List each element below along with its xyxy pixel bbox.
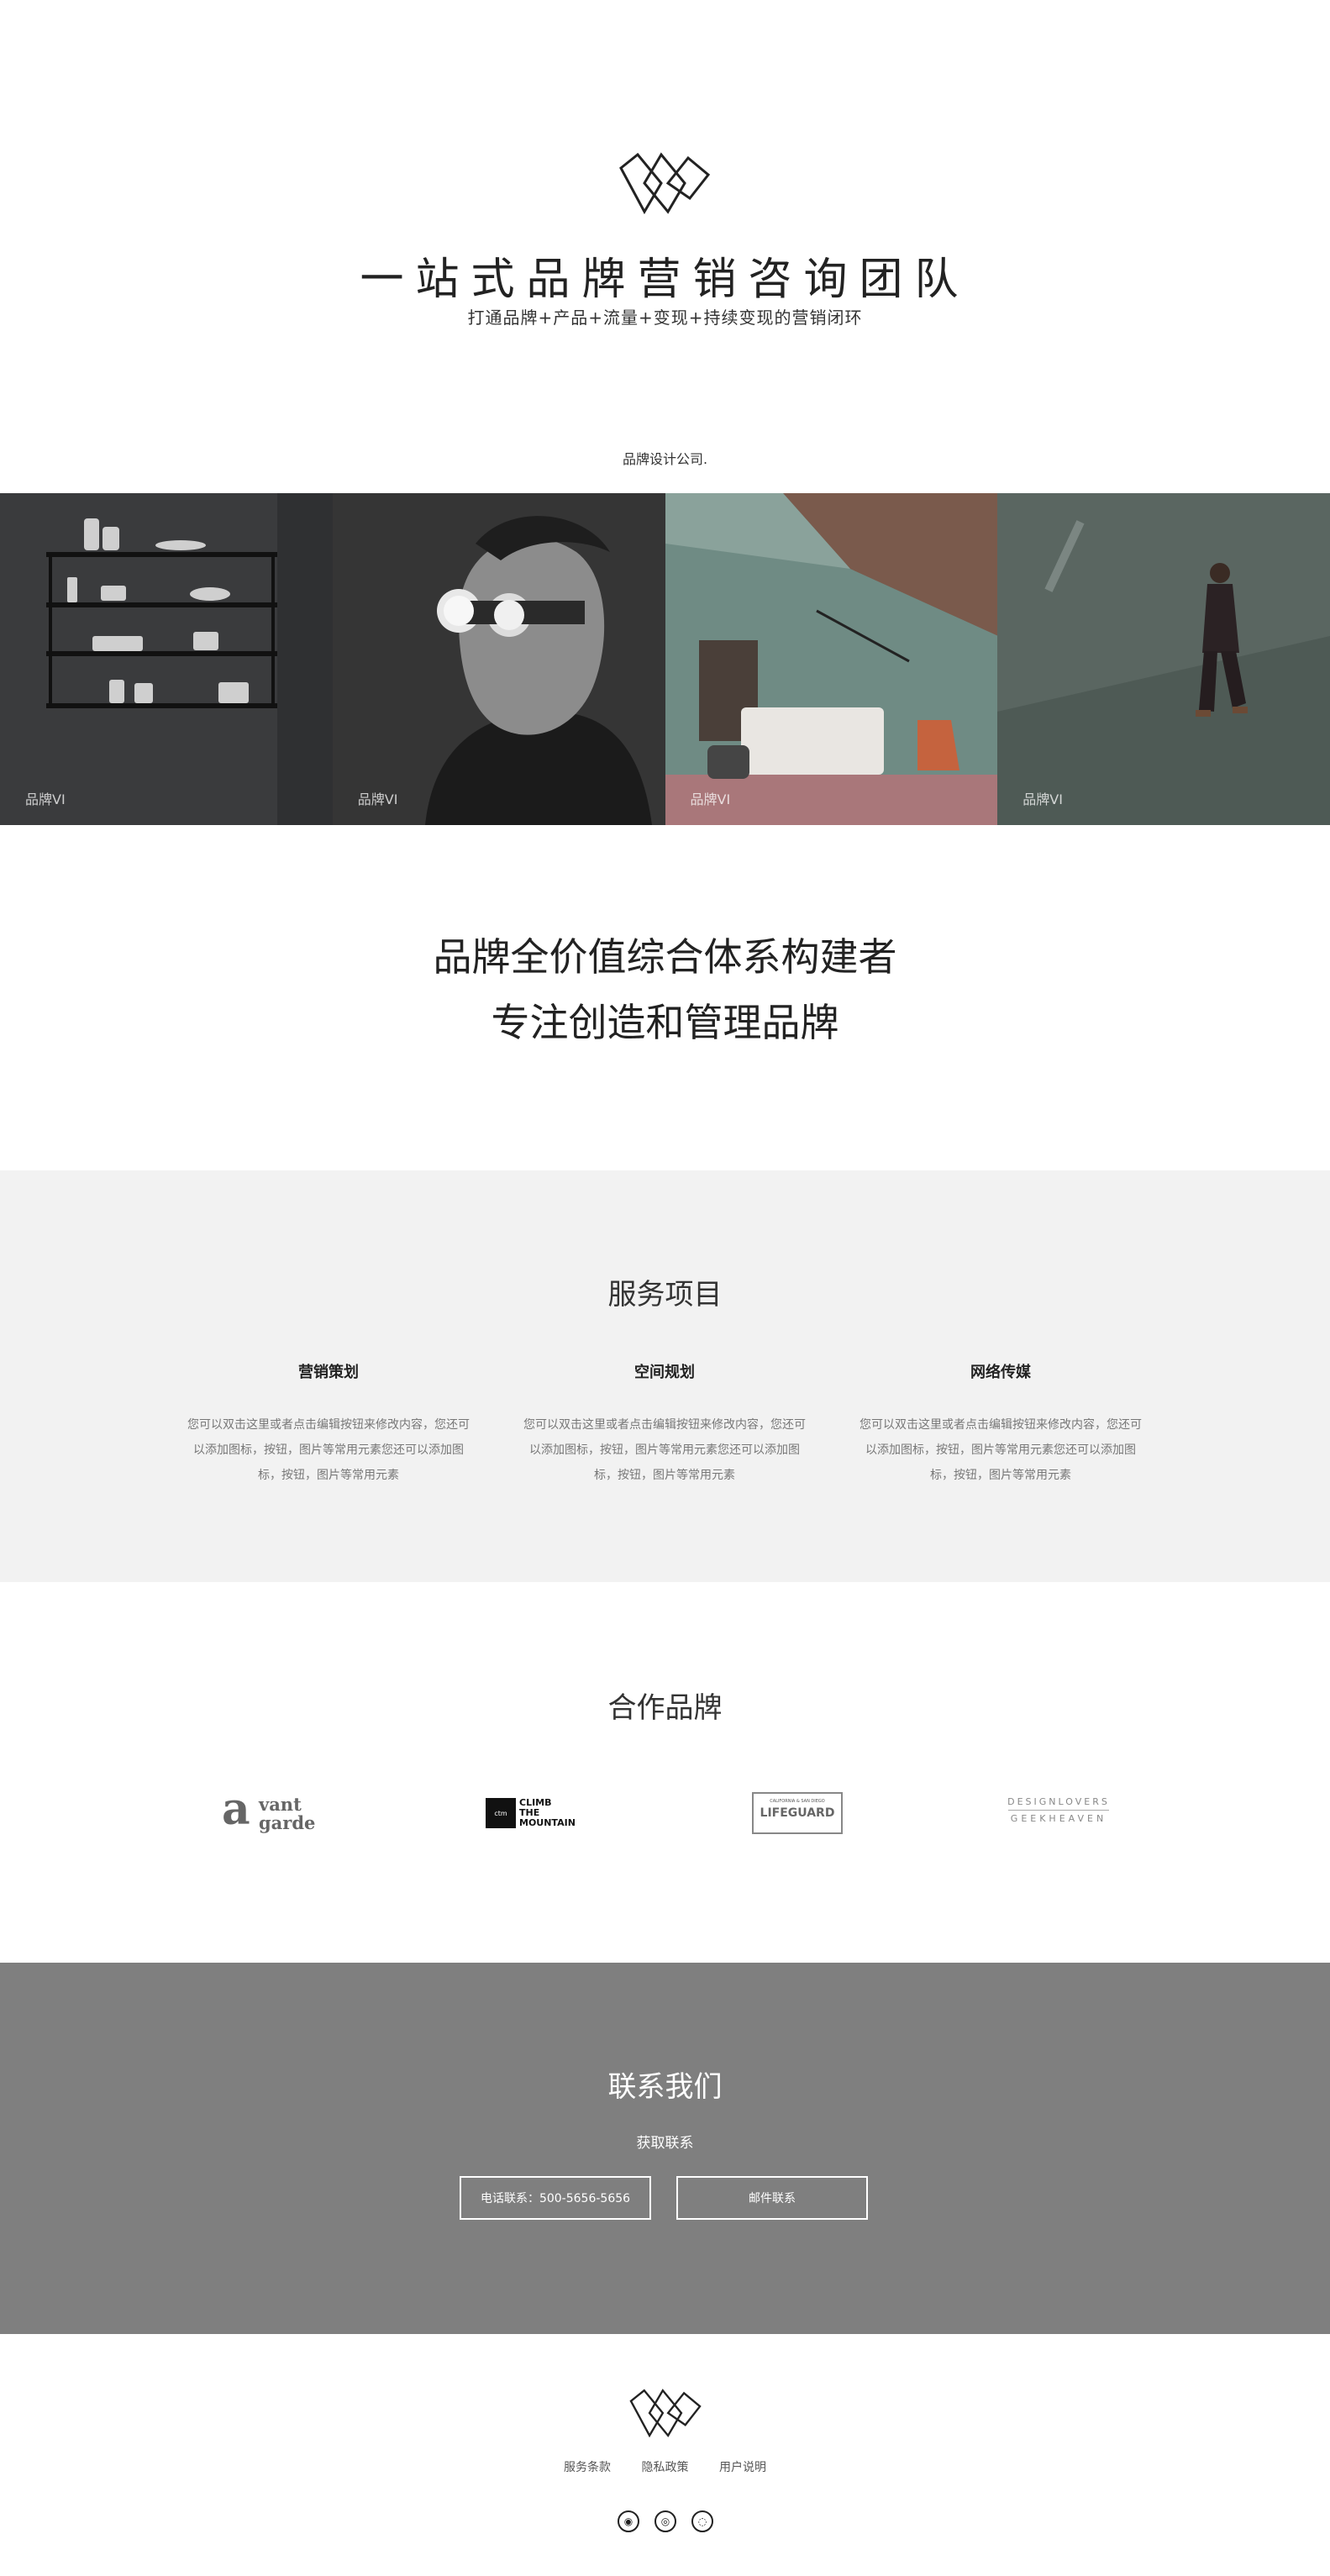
service-item-media: 网络传媒 您可以双击这里或者点击编辑按钮来修改内容，您还可以添加图标，按钮，图片…	[858, 1360, 1143, 1488]
weibo-icon[interactable]: ◎	[654, 2510, 676, 2532]
designlovers-line2: GEEKHEAVEN	[1010, 1813, 1107, 1824]
gallery: 品牌VI 品牌VI 品牌VI 品牌VI	[0, 493, 1330, 825]
climb-badge: ctm	[486, 1798, 516, 1828]
hero-section: 一站式品牌营销咨询团队 打通品牌+产品+流量+变现+持续变现的营销闭环 品牌设计…	[0, 0, 1330, 493]
brand-logo-avantgarde[interactable]: a vant garde	[222, 1784, 331, 1841]
contact-subtitle: 获取联系	[636, 2135, 694, 2152]
wechat-icon[interactable]: ◌	[691, 2510, 713, 2532]
partners-section: 合作品牌 a vant garde ctm CLIMB THE MOUNTAIN…	[0, 1582, 1330, 1963]
tagline-line-2: 专注创造和管理品牌	[491, 1000, 839, 1045]
hero-subtitle: 打通品牌+产品+流量+变现+持续变现的营销闭环	[467, 308, 863, 328]
lifeguard-top: CALIFORNIA & SAN DIEGO	[770, 1799, 825, 1804]
contact-section: 联系我们 获取联系 电话联系：500-5656-5656 邮件联系	[0, 1963, 1330, 2334]
hero-title: 一站式品牌营销咨询团队	[360, 255, 970, 305]
services-section: 服务项目 营销策划 您可以双击这里或者点击编辑按钮来修改内容，您还可以添加图标，…	[0, 1170, 1330, 1582]
designlovers-divider	[1008, 1810, 1109, 1811]
page: 一站式品牌营销咨询团队 打通品牌+产品+流量+变现+持续变现的营销闭环 品牌设计…	[0, 0, 1330, 2576]
climb-line3: MOUNTAIN	[519, 1817, 576, 1828]
qq-glyph: ◉	[623, 2516, 633, 2527]
service-name: 营销策划	[298, 1364, 359, 1381]
service-item-marketing: 营销策划 您可以双击这里或者点击编辑按钮来修改内容，您还可以添加图标，按钮，图片…	[186, 1360, 471, 1488]
avantgarde-letter: a	[222, 1784, 250, 1835]
hero-caption: 品牌设计公司.	[622, 451, 708, 467]
designlovers-line1: DESIGNLOVERS	[1007, 1796, 1110, 1807]
footer: 服务条款 隐私政策 用户说明 ◉ ◎ ◌	[0, 2334, 1330, 2576]
gallery-tile-label: 品牌VI	[690, 791, 731, 807]
portrait-photo	[332, 493, 665, 825]
brand-logo-designlovers[interactable]: DESIGNLOVERS GEEKHEAVEN	[1000, 1796, 1117, 1835]
service-description: 您可以双击这里或者点击编辑按钮来修改内容，您还可以添加图标，按钮，图片等常用元素…	[187, 1418, 470, 1482]
contact-title: 联系我们	[607, 2070, 723, 2104]
service-item-space: 空间规划 您可以双击这里或者点击编辑按钮来修改内容，您还可以添加图标，按钮，图片…	[522, 1360, 807, 1488]
email-contact-button[interactable]: 邮件联系	[676, 2176, 868, 2220]
gallery-tile-label: 品牌VI	[357, 791, 398, 807]
gallery-tile-shelves[interactable]: 品牌VI	[0, 493, 333, 825]
phone-contact-button[interactable]: 电话联系：500-5656-5656	[460, 2176, 651, 2220]
gallery-tile-interior[interactable]: 品牌VI	[665, 493, 998, 825]
services-title: 服务项目	[607, 1278, 723, 1312]
gallery-tile-portrait[interactable]: 品牌VI	[332, 493, 665, 825]
footer-logo-icon[interactable]	[627, 2388, 704, 2438]
gallery-tile-label: 品牌VI	[1022, 791, 1063, 807]
shelves-photo	[0, 493, 333, 825]
service-description: 您可以双击这里或者点击编辑按钮来修改内容，您还可以添加图标，按钮，图片等常用元素…	[523, 1418, 806, 1482]
brand-logo-icon[interactable]	[618, 151, 712, 215]
footer-link-terms[interactable]: 服务条款	[564, 2461, 611, 2474]
service-description: 您可以双击这里或者点击编辑按钮来修改内容，您还可以添加图标，按钮，图片等常用元素…	[860, 1418, 1142, 1482]
walker-photo	[997, 493, 1330, 825]
interior-photo	[665, 493, 998, 825]
service-name: 网络传媒	[970, 1364, 1031, 1381]
tagline-line-1: 品牌全价值综合体系构建者	[433, 934, 897, 980]
footer-link-privacy[interactable]: 隐私政策	[642, 2461, 689, 2474]
partners-title: 合作品牌	[607, 1691, 723, 1725]
qq-icon[interactable]: ◉	[618, 2510, 639, 2532]
gallery-tile-walker[interactable]: 品牌VI	[997, 493, 1330, 825]
lifeguard-name: LIFEGUARD	[760, 1806, 835, 1820]
weibo-glyph: ◎	[660, 2516, 670, 2527]
brand-logo-lifeguard[interactable]: CALIFORNIA & SAN DIEGO LIFEGUARD	[752, 1792, 843, 1834]
brand-logo-climb[interactable]: ctm CLIMB THE MOUNTAIN	[486, 1798, 585, 1830]
avantgarde-line2: garde	[259, 1812, 316, 1833]
wechat-glyph: ◌	[697, 2516, 707, 2527]
gallery-tile-label: 品牌VI	[25, 791, 66, 807]
tagline-section: 品牌全价值综合体系构建者 专注创造和管理品牌	[0, 924, 1330, 1055]
footer-links: 服务条款 隐私政策 用户说明	[0, 2458, 1330, 2475]
service-name: 空间规划	[634, 1364, 695, 1381]
footer-link-user-guide[interactable]: 用户说明	[719, 2461, 766, 2474]
